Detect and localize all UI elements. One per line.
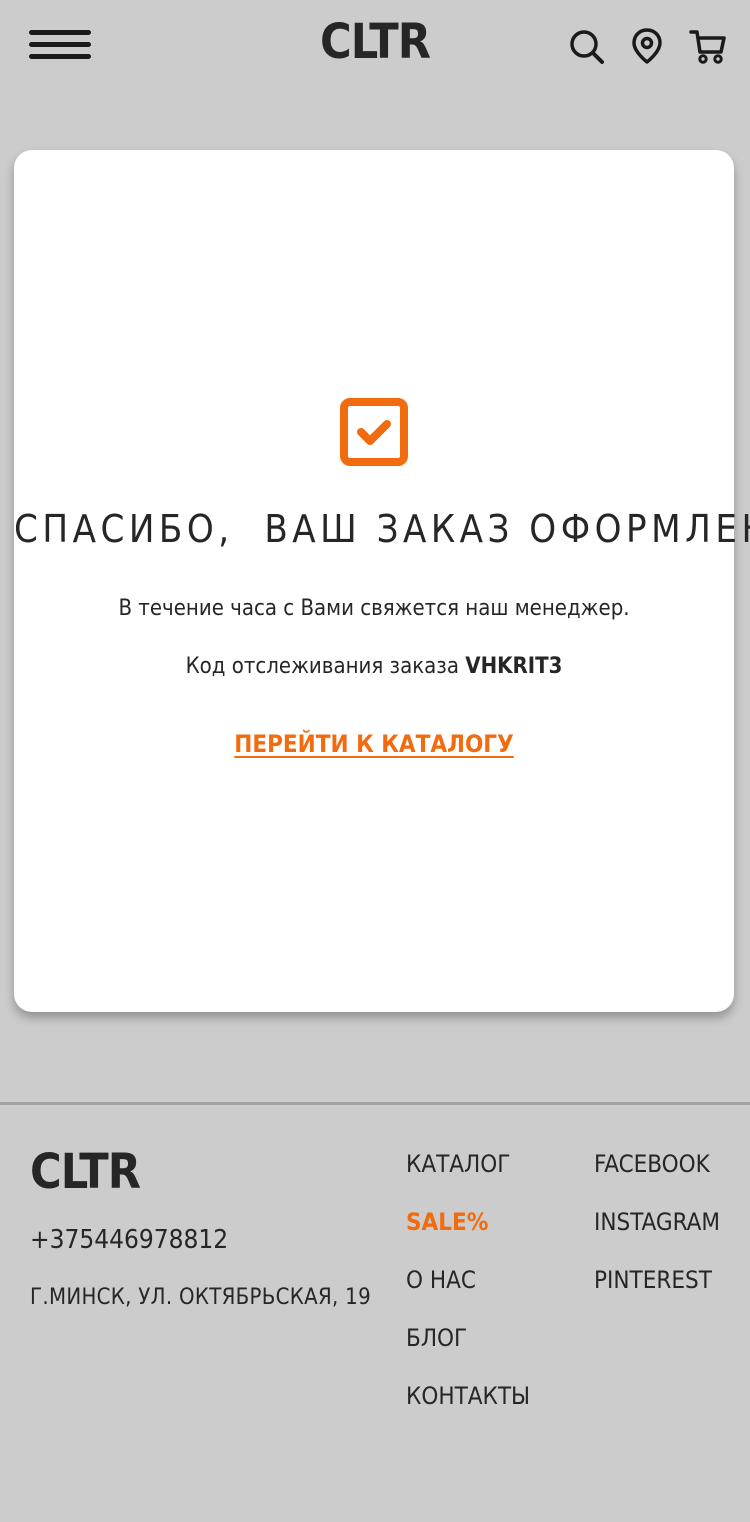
checkbox-checked-icon: [340, 398, 408, 466]
cart-icon[interactable]: [688, 26, 728, 66]
tracking-label: Код отслеживания заказа: [185, 654, 459, 679]
footer-link-instagram[interactable]: INSTAGRAM: [594, 1204, 720, 1262]
footer-link-catalog[interactable]: КАТАЛОГ: [406, 1146, 530, 1204]
header: CLTR: [0, 0, 750, 90]
confirmation-title: СПАСИБО, ВАШ ЗАКАЗ ОФОРМЛЕН: [14, 507, 750, 551]
footer-link-contacts[interactable]: КОНТАКТЫ: [406, 1378, 530, 1436]
footer-menu: КАТАЛОГ SALE% О НАС БЛОГ КОНТАКТЫ: [406, 1146, 530, 1436]
footer-address: Г.МИНСК, УЛ. ОКТЯБРЬСКАЯ, 19: [30, 1285, 371, 1310]
tracking-code: VHKRIT3: [465, 654, 563, 679]
location-icon[interactable]: [627, 26, 667, 66]
footer-link-about[interactable]: О НАС: [406, 1262, 530, 1320]
footer-divider: [0, 1102, 750, 1105]
order-confirmation-card: СПАСИБО, ВАШ ЗАКАЗ ОФОРМЛЕН В течение ча…: [14, 150, 750, 1012]
search-icon[interactable]: [566, 26, 606, 66]
footer-link-sale[interactable]: SALE%: [406, 1204, 530, 1262]
footer-link-pinterest[interactable]: PINTEREST: [594, 1262, 720, 1320]
footer-social: FACEBOOK INSTAGRAM PINTEREST: [594, 1146, 720, 1320]
footer-link-blog[interactable]: БЛОГ: [406, 1320, 530, 1378]
footer-logo[interactable]: CLTR: [30, 1142, 141, 1202]
footer-link-facebook[interactable]: FACEBOOK: [594, 1146, 720, 1204]
footer-phone[interactable]: +375446978812: [30, 1222, 228, 1258]
confirmation-message: В течение часа с Вами свяжется наш менед…: [118, 596, 630, 621]
go-to-catalog-link[interactable]: ПЕРЕЙТИ К КАТАЛОГУ: [14, 728, 734, 760]
tracking-info: Код отслеживания заказа VHKRIT3: [14, 652, 734, 682]
